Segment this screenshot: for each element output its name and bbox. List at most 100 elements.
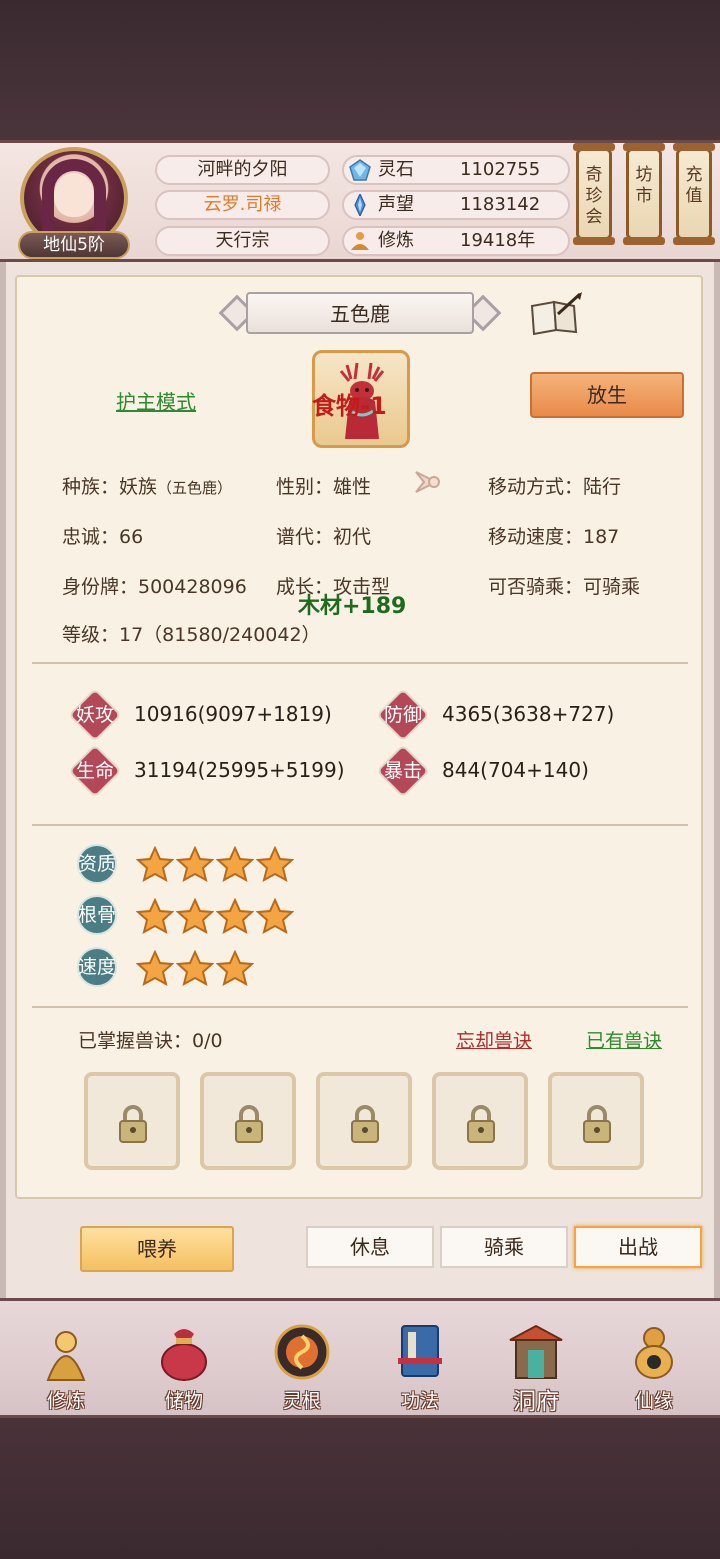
race-text: 种族：妖族 (62, 476, 158, 498)
forget-skill-link[interactable]: 忘却兽诀 (456, 1026, 532, 1053)
reputation-icon (354, 194, 366, 216)
resource-label: 灵石 (378, 159, 414, 180)
star-icon (176, 846, 214, 882)
stat-label: 防御 (383, 704, 422, 726)
player-sect: 天行宗 (155, 226, 330, 256)
resource-value: 19418年 (460, 230, 536, 251)
star-icon (216, 950, 254, 986)
lock-icon (467, 1105, 495, 1143)
nav-label: 储物 (164, 1390, 203, 1412)
rideable-info: 可否骑乘：可骑乘 (488, 576, 641, 598)
divider (32, 662, 688, 664)
resource-value: 1102755 (460, 159, 541, 180)
nav-label: 功法 (400, 1390, 439, 1412)
nav-spirit-root[interactable]: 灵根 (252, 1322, 352, 1414)
nav-storage[interactable]: 储物 (134, 1322, 234, 1414)
nav-cultivate[interactable]: 修炼 (16, 1322, 116, 1414)
nav-label: 仙缘 (634, 1390, 673, 1412)
lock-icon (583, 1105, 611, 1143)
rest-button[interactable]: 休息 (306, 1226, 434, 1268)
generation-info: 谱代：初代 (276, 526, 372, 548)
skill-slot[interactable] (432, 1072, 528, 1170)
owned-skills-link[interactable]: 已有兽诀 (586, 1026, 662, 1053)
star-icon (136, 950, 174, 986)
speed-badge: 速度 (76, 946, 118, 988)
pet-name: 五色鹿 (330, 302, 390, 326)
skill-slot[interactable] (200, 1072, 296, 1170)
nav-technique[interactable]: 功法 (370, 1322, 470, 1414)
battle-button[interactable]: 出战 (574, 1226, 702, 1268)
ride-button[interactable]: 骑乘 (440, 1226, 568, 1268)
skill-slot[interactable] (548, 1072, 644, 1170)
race-info: 种族：妖族（五色鹿） (62, 472, 232, 499)
bottom-backdrop (0, 1418, 720, 1559)
nav-label: 修炼 (46, 1390, 85, 1412)
resource-reputation: 声望 1183142 (342, 190, 570, 220)
bone-badge: 根骨 (76, 894, 118, 936)
skill-slot[interactable] (84, 1072, 180, 1170)
guard-mode-link[interactable]: 护主模式 (116, 386, 196, 415)
top-backdrop (0, 0, 720, 140)
nav-label: 灵根 (282, 1390, 321, 1412)
attack-badge: 妖攻 (68, 688, 122, 742)
market-button[interactable]: 坊市 (623, 143, 665, 245)
recharge-label: 充值 (685, 165, 703, 206)
aptitude-badge: 资质 (76, 843, 118, 885)
book-icon (398, 1325, 442, 1377)
id-tag-info: 身份牌：500428096 (62, 576, 247, 598)
resource-spirit-stone: 灵石 1102755 (342, 155, 570, 185)
nav-label: 洞府 (513, 1389, 559, 1415)
star-icon (176, 898, 214, 934)
player-name: 河畔的夕阳 (155, 155, 330, 185)
treasure-shop-label: 奇珍会 (585, 165, 603, 227)
resource-label: 修炼 (378, 230, 414, 251)
feed-button[interactable]: 喂养 (80, 1226, 234, 1272)
nav-fate[interactable]: 仙缘 (604, 1322, 704, 1414)
lock-icon (119, 1105, 147, 1143)
release-button[interactable]: 放生 (530, 372, 684, 418)
skill-slot[interactable] (316, 1072, 412, 1170)
gourd-icon (635, 1327, 673, 1379)
spirit-root-icon (274, 1324, 330, 1380)
resource-value: 1183142 (460, 194, 541, 215)
speed-stars (136, 950, 256, 986)
cultivation-icon (351, 232, 369, 250)
divider (32, 1006, 688, 1008)
recharge-button[interactable]: 充值 (673, 143, 715, 245)
hp-badge: 生命 (68, 744, 122, 798)
player-title: 云罗.司禄 (155, 190, 330, 220)
gender-arrow-icon (415, 471, 440, 493)
rename-book-icon[interactable] (528, 292, 584, 336)
pet-name-plate: 五色鹿 (218, 290, 502, 336)
move-speed-info: 移动速度：187 (488, 526, 620, 548)
loyalty-info: 忠诚：66 (62, 526, 144, 548)
spirit-stone-icon (349, 159, 371, 181)
food-change-text: 食物-1 (312, 392, 387, 420)
aptitude-label: 根骨 (77, 904, 116, 926)
skills-mastered-label: 已掌握兽诀：0/0 (78, 1030, 223, 1052)
aptitude-label: 速度 (77, 956, 116, 978)
stat-label: 暴击 (383, 760, 422, 782)
avatar-face (54, 173, 94, 217)
star-icon (256, 898, 294, 934)
star-icon (216, 846, 254, 882)
cave-palace-icon (509, 1324, 563, 1379)
wood-change-text: 木材+189 (298, 594, 407, 619)
crit-value: 844(704+140) (442, 758, 589, 782)
gender-info: 性别：雄性 (276, 476, 372, 498)
aptitude-stars (136, 846, 296, 882)
attack-value: 10916(9097+1819) (134, 702, 332, 726)
stat-label: 生命 (75, 760, 114, 782)
lock-icon (235, 1105, 263, 1143)
bone-stars (136, 898, 296, 934)
market-label: 坊市 (635, 165, 653, 206)
divider (32, 824, 688, 826)
bag-icon (161, 1329, 207, 1381)
rank-badge: 地仙5阶 (18, 231, 130, 259)
defense-value: 4365(3638+727) (442, 702, 615, 726)
star-icon (176, 950, 214, 986)
level-info: 等级：17（81580/240042） (62, 624, 321, 646)
nav-cave[interactable]: 洞府 (486, 1322, 586, 1415)
crit-badge: 暴击 (376, 744, 430, 798)
treasure-shop-button[interactable]: 奇珍会 (573, 143, 615, 245)
